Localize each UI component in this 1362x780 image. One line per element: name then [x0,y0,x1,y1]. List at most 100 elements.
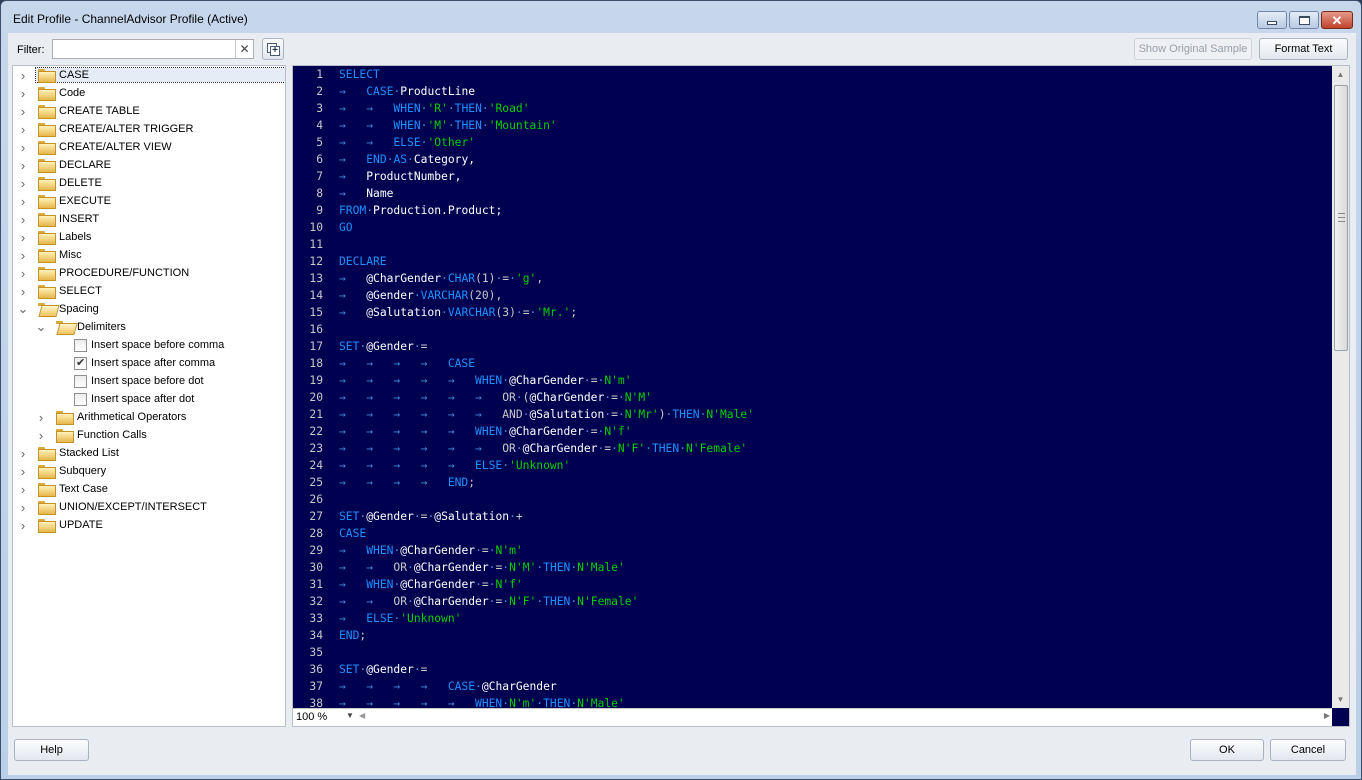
tree-item-content[interactable]: SELECT [36,284,285,299]
tree-item-content[interactable]: Stacked List [36,446,285,461]
expand-icon[interactable]: › [17,230,29,245]
tree-item-content[interactable]: Spacing [36,302,285,316]
tree-item-content[interactable]: Function Calls [54,428,285,443]
tree-folder[interactable]: › Code [13,84,285,102]
expand-icon[interactable]: › [17,194,29,209]
expand-icon[interactable]: › [17,464,29,479]
expand-icon[interactable]: › [17,122,29,137]
tree-item-content[interactable]: UPDATE [36,518,285,533]
expand-icon[interactable]: › [17,104,29,119]
tree-item-content[interactable]: Text Case [36,482,285,497]
tree-item-content[interactable]: PROCEDURE/FUNCTION [36,266,285,281]
tree-folder[interactable]: › Subquery [13,462,285,480]
scroll-down-icon[interactable]: ▼ [1332,691,1349,708]
tree-item-content[interactable]: UNION/EXCEPT/INTERSECT [36,500,285,515]
tree-folder[interactable]: ⌄ Spacing [13,300,285,318]
tree-folder[interactable]: › Arithmetical Operators [13,408,285,426]
option-checkbox[interactable] [74,356,87,370]
tree-folder[interactable]: › DECLARE [13,156,285,174]
expand-icon[interactable]: › [17,68,29,83]
tree-option[interactable]: Insert space after dot [13,390,285,408]
options-tree[interactable]: › CASE › Code › CREATE TABLE › CREATE/ALTER TRI… [12,65,286,727]
expand-icon[interactable]: › [17,518,29,533]
filter-field[interactable]: ✕ [52,39,254,59]
scroll-up-icon[interactable]: ▲ [1332,66,1349,83]
expand-icon[interactable]: › [17,158,29,173]
tree-option[interactable]: Insert space after comma [13,354,285,372]
tree-item-content[interactable]: CREATE/ALTER TRIGGER [36,122,285,137]
tree-item-content[interactable]: DELETE [36,176,285,191]
filter-input[interactable] [53,40,233,58]
tree-item-content[interactable]: CASE [35,67,285,83]
expand-icon[interactable]: › [17,248,29,263]
tree-folder[interactable]: › INSERT [13,210,285,228]
tree-folder[interactable]: › CREATE/ALTER VIEW [13,138,285,156]
tree-item-content[interactable]: Code [36,86,285,101]
tree-option[interactable]: Insert space before comma [13,336,285,354]
tree-folder[interactable]: › EXECUTE [13,192,285,210]
expand-icon[interactable]: › [17,482,29,497]
help-button[interactable]: Help [14,739,89,761]
expand-icon[interactable]: › [17,284,29,299]
expand-icon[interactable]: › [17,500,29,515]
tree-folder[interactable]: › Labels [13,228,285,246]
tree-folder[interactable]: › UNION/EXCEPT/INTERSECT [13,498,285,516]
minimize-button[interactable] [1257,11,1287,29]
tree-folder[interactable]: › CREATE TABLE [13,102,285,120]
tree-folder[interactable]: › DELETE [13,174,285,192]
expand-all-button[interactable]: + [262,38,284,60]
tree-item-content[interactable]: Insert space before dot [72,374,285,389]
tree-folder[interactable]: ⌄ Delimiters [13,318,285,336]
option-checkbox[interactable] [74,374,87,388]
clear-filter-button[interactable]: ✕ [235,40,253,58]
expand-icon[interactable]: › [17,212,29,227]
tree-item-content[interactable]: Insert space after dot [72,392,285,407]
show-original-sample-button[interactable]: Show Original Sample [1134,38,1252,60]
expand-icon[interactable]: › [17,86,29,101]
collapse-icon[interactable]: ⌄ [17,301,29,317]
option-checkbox[interactable] [74,392,87,406]
tree-option[interactable]: Insert space before dot [13,372,285,390]
tree-item-content[interactable]: CREATE TABLE [36,104,285,119]
tree-item-content[interactable]: DECLARE [36,158,285,173]
expand-icon[interactable]: › [35,428,47,443]
collapse-icon[interactable]: ⌄ [35,319,47,335]
expand-icon[interactable]: › [35,410,47,425]
tree-folder[interactable]: › UPDATE [13,516,285,534]
tree-folder[interactable]: › Text Case [13,480,285,498]
tree-folder[interactable]: › Misc [13,246,285,264]
tree-item-content[interactable]: Insert space after comma [72,356,285,371]
tree-folder[interactable]: › CREATE/ALTER TRIGGER [13,120,285,138]
expand-icon[interactable]: › [17,176,29,191]
tree-folder[interactable]: › SELECT [13,282,285,300]
tree-folder[interactable]: › PROCEDURE/FUNCTION [13,264,285,282]
cancel-button[interactable]: Cancel [1270,739,1346,761]
ok-button[interactable]: OK [1190,739,1264,761]
tree-folder[interactable]: › Function Calls [13,426,285,444]
scroll-right-icon[interactable]: ▶ [1324,711,1330,720]
vertical-scrollbar[interactable]: ▲ ▼ [1332,66,1349,708]
tree-item-content[interactable]: EXECUTE [36,194,285,209]
option-checkbox[interactable] [74,338,87,352]
scroll-left-icon[interactable]: ◀ [359,711,365,720]
tree-item-content[interactable]: Misc [36,248,285,263]
expand-icon[interactable]: › [17,140,29,155]
maximize-button[interactable] [1289,11,1319,29]
expand-icon[interactable]: › [17,266,29,281]
scroll-thumb[interactable] [1334,85,1348,351]
expand-icon[interactable]: › [17,446,29,461]
zoom-select[interactable]: 100 % ▼ [296,711,354,723]
tree-item-content[interactable]: CREATE/ALTER VIEW [36,140,285,155]
tree-item-content[interactable]: Arithmetical Operators [54,410,285,425]
tree-folder[interactable]: › CASE [13,66,285,84]
format-text-button[interactable]: Format Text [1259,38,1348,60]
close-button[interactable]: ✕ [1321,11,1353,29]
tree-folder[interactable]: › Stacked List [13,444,285,462]
tree-item-content[interactable]: Labels [36,230,285,245]
code-editor[interactable]: 1 SELECT 2 → CASE·ProductLine 3 → → WHEN·'R'·… [293,66,1334,708]
tree-item-content[interactable]: INSERT [36,212,285,227]
tree-item-content[interactable]: Delimiters [54,320,285,334]
tree-item-content[interactable]: Insert space before comma [72,338,285,353]
tree-item-content[interactable]: Subquery [36,464,285,479]
title-bar[interactable]: Edit Profile - ChannelAdvisor Profile (A… [1,1,1361,35]
